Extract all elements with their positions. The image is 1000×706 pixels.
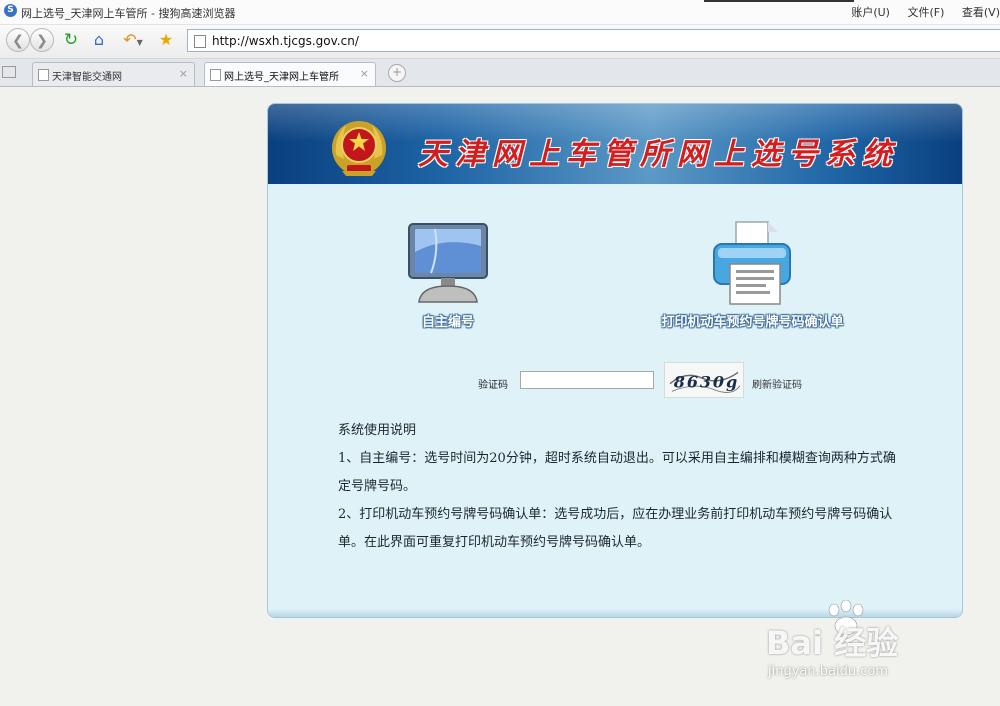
back-arrow-icon: ❮ xyxy=(12,33,24,49)
watermark-url: jingyan.baidu.com xyxy=(768,664,888,679)
tab-list-icon[interactable] xyxy=(2,66,16,78)
captcha-input[interactable] xyxy=(520,371,654,389)
captcha-image: 8630g xyxy=(664,362,744,398)
police-emblem-icon xyxy=(332,121,386,176)
selection-system-panel: 天津网上车管所网上选号系统 自主编号 打印机动车预约号牌号码确认单 验证码 86… xyxy=(267,103,963,618)
menu-file[interactable]: 文件(F) xyxy=(907,6,944,19)
self-select-feature[interactable]: 自主编号 xyxy=(403,222,493,330)
back-button[interactable]: ❮ xyxy=(6,28,30,52)
window-title-bar: S 网上选号_天津网上车管所 - 搜狗高速浏览器 账户(U) 文件(F) 查看(… xyxy=(0,0,1000,25)
undo-icon[interactable]: ↶▼ xyxy=(118,30,148,50)
instructions-heading: 系统使用说明 xyxy=(338,423,417,438)
forward-arrow-icon: ❯ xyxy=(36,33,48,49)
printer-icon xyxy=(712,221,791,305)
watermark-brand: Bai 经验 xyxy=(766,624,899,662)
print-confirmation-label[interactable]: 打印机动车预约号牌号码确认单 xyxy=(640,311,865,330)
instruction-item-1: 1、自主编号：选号时间为20分钟，超时系统自动退出。可以采用自主编排和模糊查询两… xyxy=(338,451,896,494)
computer-monitor-icon xyxy=(408,223,488,303)
new-tab-button[interactable]: + xyxy=(388,64,406,82)
usage-instructions: 系统使用说明 1、自主编号：选号时间为20分钟，超时系统自动退出。可以采用自主编… xyxy=(338,417,903,557)
instruction-item-2: 2、打印机动车预约号牌号码确认单：选号成功后，应在办理业务前打印机动车预约号牌号… xyxy=(338,507,893,550)
captcha-label: 验证码 xyxy=(478,380,508,391)
menu-view[interactable]: 查看(V) xyxy=(962,6,1000,19)
browser-toolbar: ❮ ❯ ↻ ⌂ ↶▼ ★ http://wsxh.tjcgs.gov.cn/ xyxy=(0,25,1000,59)
tab-close-icon[interactable]: × xyxy=(179,67,188,80)
captcha-code: 8630g xyxy=(673,373,739,392)
tab-label: 网上选号_天津网上车管所 xyxy=(224,72,339,83)
favorite-star-icon[interactable]: ★ xyxy=(156,30,176,50)
tab-close-icon[interactable]: × xyxy=(360,67,369,80)
tab-page-icon xyxy=(38,69,49,81)
window-title: 网上选号_天津网上车管所 - 搜狗高速浏览器 xyxy=(21,7,236,20)
address-url[interactable]: http://wsxh.tjcgs.gov.cn/ xyxy=(212,34,359,48)
baidu-jingyan-watermark: Bai 经验 jingyan.baidu.com xyxy=(758,600,998,700)
refresh-captcha-link[interactable]: 刷新验证码 xyxy=(752,376,802,391)
system-title: 天津网上车管所网上选号系统 xyxy=(418,137,899,172)
tab-bar: 天津智能交通网 × 网上选号_天津网上车管所 × + xyxy=(0,59,1000,87)
refresh-icon[interactable]: ↻ xyxy=(61,30,81,50)
tab-page-icon xyxy=(210,69,221,81)
title-drag-strip xyxy=(704,0,854,2)
print-confirmation-feature[interactable]: 打印机动车预约号牌号码确认单 xyxy=(640,220,865,330)
tab-label: 天津智能交通网 xyxy=(52,72,122,83)
system-banner: 天津网上车管所网上选号系统 xyxy=(268,104,962,184)
self-select-label[interactable]: 自主编号 xyxy=(403,311,493,330)
menu-account[interactable]: 账户(U) xyxy=(851,6,890,19)
browser-logo-icon: S xyxy=(4,4,17,17)
address-bar[interactable]: http://wsxh.tjcgs.gov.cn/ xyxy=(187,29,1000,52)
title-menus: 账户(U) 文件(F) 查看(V) xyxy=(837,4,1000,20)
page-icon xyxy=(194,35,206,48)
forward-button[interactable]: ❯ xyxy=(30,28,54,52)
tab-tianjin-traffic[interactable]: 天津智能交通网 × xyxy=(32,62,195,86)
home-icon[interactable]: ⌂ xyxy=(89,30,109,50)
tab-plate-selection[interactable]: 网上选号_天津网上车管所 × xyxy=(204,62,376,86)
